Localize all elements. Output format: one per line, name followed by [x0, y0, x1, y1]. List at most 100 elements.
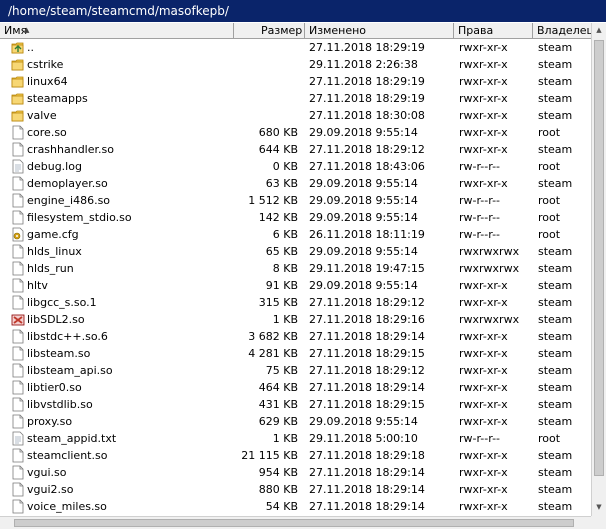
file-icon [11, 176, 25, 191]
file-icon [11, 244, 25, 259]
folder-row[interactable]: cstrike 29.11.2018 2:26:38 rwxr-xr-x steam [0, 56, 591, 73]
file-row[interactable]: proxy.so 629 KB 29.09.2018 9:55:14 rwxr-xr-… [0, 413, 591, 430]
column-header-size[interactable]: Размер [234, 23, 305, 38]
file-row[interactable]: hltv 91 KB 29.09.2018 9:55:14 rwxr-xr-x stea… [0, 277, 591, 294]
file-name: linux64 [27, 75, 68, 88]
file-icon [11, 482, 25, 497]
file-size [234, 107, 298, 124]
file-row[interactable]: steamclient.so 21 115 KB 27.11.2018 18:29:… [0, 447, 591, 464]
file-name: libSDL2.so [27, 313, 85, 326]
file-icon [11, 397, 25, 412]
file-name: vgui.so [27, 466, 67, 479]
folder-row[interactable]: linux64 27.11.2018 18:29:19 rwxr-xr-x steam [0, 73, 591, 90]
file-owner: steam [538, 92, 573, 105]
file-row[interactable]: libtier0.so 464 KB 27.11.2018 18:29:14 rwxr… [0, 379, 591, 396]
file-permissions: rwxr-xr-x [459, 330, 508, 343]
file-size: 8 KB [272, 262, 298, 275]
folder-row[interactable]: valve 27.11.2018 18:30:08 rwxr-xr-x steam [0, 107, 591, 124]
file-row[interactable]: engine_i486.so 1 512 KB 29.09.2018 9:55:14… [0, 192, 591, 209]
file-modified: 29.09.2018 9:55:14 [309, 177, 418, 190]
file-owner: steam [538, 483, 573, 496]
file-size [234, 56, 298, 73]
file-icon [11, 414, 25, 429]
file-row[interactable]: steam_appid.txt 1 KB 29.11.2018 5:00:10 rw-… [0, 430, 591, 447]
file-owner: root [538, 211, 561, 224]
broken-link-icon [11, 312, 25, 327]
vertical-scroll-thumb[interactable] [594, 40, 604, 476]
file-row[interactable]: libstdc++.so.6 3 682 KB 27.11.2018 18:29:1… [0, 328, 591, 345]
file-permissions: rwxrwxrwx [459, 313, 520, 326]
file-name: libgcc_s.so.1 [27, 296, 97, 309]
file-owner: steam [538, 143, 573, 156]
file-row[interactable]: libSDL2.so 1 KB 27.11.2018 18:29:16 rwxrwxr… [0, 311, 591, 328]
column-header-modified[interactable]: Изменено [305, 23, 454, 38]
file-name: hlds_linux [27, 245, 82, 258]
file-name: libtier0.so [27, 381, 82, 394]
file-size: 1 KB [272, 313, 298, 326]
file-size: 3 682 KB [248, 330, 298, 343]
file-row[interactable]: crashhandler.so 644 KB 27.11.2018 18:29:12… [0, 141, 591, 158]
file-size: 0 KB [272, 160, 298, 173]
file-permissions: rw-r--r-- [459, 228, 501, 241]
file-size: 75 KB [265, 364, 298, 377]
file-modified: 27.11.2018 18:29:16 [309, 313, 425, 326]
column-header-name[interactable]: Имя ▲ [0, 23, 234, 38]
file-row[interactable]: core.so 680 KB 29.09.2018 9:55:14 rwxr-xr-x… [0, 124, 591, 141]
file-modified: 29.11.2018 5:00:10 [309, 432, 418, 445]
file-size: 315 KB [258, 296, 298, 309]
file-row[interactable]: libsteam.so 4 281 KB 27.11.2018 18:29:15 rw… [0, 345, 591, 362]
file-owner: steam [538, 41, 573, 54]
file-name: libsteam_api.so [27, 364, 113, 377]
file-row[interactable]: libgcc_s.so.1 315 KB 27.11.2018 18:29:12 rw… [0, 294, 591, 311]
column-header-owner[interactable]: Владелец [533, 23, 591, 38]
file-row[interactable]: hlds_linux 65 KB 29.09.2018 9:55:14 rwxrwxr… [0, 243, 591, 260]
file-owner: steam [538, 466, 573, 479]
file-modified: 29.09.2018 9:55:14 [309, 126, 418, 139]
file-row[interactable]: vgui.so 954 KB 27.11.2018 18:29:14 rwxr-xr-… [0, 464, 591, 481]
file-modified: 27.11.2018 18:29:19 [309, 75, 425, 88]
file-size [234, 39, 298, 56]
file-owner: steam [538, 347, 573, 360]
file-name: vgui2.so [27, 483, 74, 496]
file-icon [11, 448, 25, 463]
file-row[interactable]: filesystem_stdio.so 142 KB 29.09.2018 9:55… [0, 209, 591, 226]
file-permissions: rwxrwxrwx [459, 262, 520, 275]
folder-row[interactable]: .. 27.11.2018 18:29:19 rwxr-xr-x steam [0, 39, 591, 56]
file-owner: steam [538, 313, 573, 326]
horizontal-scroll-thumb[interactable] [14, 519, 574, 527]
scroll-up-icon[interactable]: ▲ [592, 23, 606, 38]
file-icon [11, 261, 25, 276]
vertical-scrollbar[interactable]: ▲ ▼ [591, 23, 606, 516]
file-owner: steam [538, 177, 573, 190]
file-row[interactable]: game.cfg 6 KB 26.11.2018 18:11:19 rw-r--r--… [0, 226, 591, 243]
file-permissions: rwxr-xr-x [459, 381, 508, 394]
file-owner: root [538, 194, 561, 207]
file-row[interactable]: vgui2.so 880 KB 27.11.2018 18:29:14 rwxr-xr… [0, 481, 591, 498]
file-owner: steam [538, 364, 573, 377]
file-owner: steam [538, 381, 573, 394]
file-row[interactable]: voice_miles.so 54 KB 27.11.2018 18:29:14 rw… [0, 498, 591, 515]
file-icon [11, 142, 25, 157]
file-size: 21 115 KB [241, 449, 298, 462]
scroll-down-icon[interactable]: ▼ [592, 500, 606, 515]
file-row[interactable]: libsteam_api.so 75 KB 27.11.2018 18:29:12 r… [0, 362, 591, 379]
file-size: 4 281 KB [248, 347, 298, 360]
file-name: core.so [27, 126, 67, 139]
file-modified: 27.11.2018 18:29:12 [309, 364, 425, 377]
file-modified: 29.11.2018 19:47:15 [309, 262, 425, 275]
folder-row[interactable]: steamapps 27.11.2018 18:29:19 rwxr-xr-x ste… [0, 90, 591, 107]
column-header-permissions[interactable]: Права [454, 23, 533, 38]
file-name: steamapps [27, 92, 88, 105]
file-row[interactable]: hlds_run 8 KB 29.11.2018 19:47:15 rwxrwxrwx… [0, 260, 591, 277]
file-permissions: rwxr-xr-x [459, 296, 508, 309]
file-row[interactable]: demoplayer.so 63 KB 29.09.2018 9:55:14 rwxr… [0, 175, 591, 192]
file-row[interactable]: libvstdlib.so 431 KB 27.11.2018 18:29:15 rw… [0, 396, 591, 413]
file-owner: steam [538, 500, 573, 513]
file-modified: 27.11.2018 18:43:06 [309, 160, 425, 173]
file-size: 431 KB [258, 398, 298, 411]
file-size [234, 73, 298, 90]
file-owner: steam [538, 279, 573, 292]
horizontal-scrollbar[interactable] [0, 516, 591, 529]
file-row[interactable]: debug.log 0 KB 27.11.2018 18:43:06 rw-r--r-… [0, 158, 591, 175]
file-list: .. 27.11.2018 18:29:19 rwxr-xr-x steam cstri… [0, 39, 591, 516]
